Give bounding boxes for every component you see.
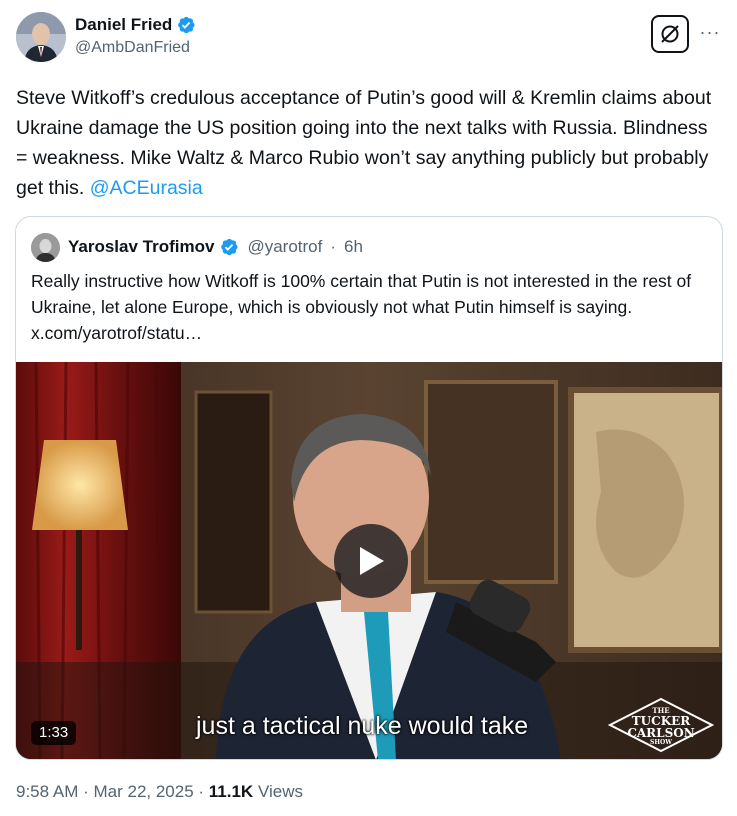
author-names: Daniel Fried @AmbDanFried bbox=[75, 14, 196, 57]
video-caption: just a tactical nuke would take bbox=[196, 712, 529, 740]
quoted-tweet[interactable]: Yaroslav Trofimov @yarotrof · 6h Really … bbox=[15, 216, 723, 760]
quoted-timestamp[interactable]: 6h bbox=[344, 237, 363, 257]
verified-badge-icon bbox=[221, 238, 238, 256]
play-icon bbox=[360, 547, 384, 575]
author-display-name[interactable]: Daniel Fried bbox=[75, 15, 172, 35]
quoted-handle[interactable]: @yarotrof bbox=[247, 237, 322, 257]
meta-separator: · bbox=[193, 782, 209, 801]
quoted-display-name[interactable]: Yaroslav Trofimov bbox=[68, 237, 214, 257]
quoted-header: Yaroslav Trofimov @yarotrof · 6h bbox=[31, 232, 363, 262]
author-avatar[interactable] bbox=[16, 12, 66, 62]
views-label: Views bbox=[253, 782, 303, 801]
author-handle[interactable]: @AmbDanFried bbox=[75, 39, 196, 57]
views-count: 11.1K bbox=[208, 782, 254, 801]
grok-button[interactable] bbox=[651, 15, 689, 53]
tweet-time[interactable]: 9:58 AM bbox=[16, 782, 78, 801]
video-player[interactable]: 1:33 just a tactical nuke would take THE… bbox=[16, 362, 722, 759]
tweet-text: Steve Witkoff’s credulous acceptance of … bbox=[16, 83, 721, 203]
tweet-header: Daniel Fried @AmbDanFried ··· bbox=[16, 12, 721, 64]
more-options-icon: ··· bbox=[699, 21, 721, 42]
mention-link[interactable]: @ACEurasia bbox=[90, 177, 203, 199]
grok-icon bbox=[661, 25, 679, 43]
verified-badge-icon bbox=[178, 16, 195, 34]
tweet-meta: 9:58 AM · Mar 22, 2025 · 11.1K Views bbox=[16, 782, 303, 802]
quoted-text: Really instructive how Witkoff is 100% c… bbox=[31, 271, 692, 343]
show-logo: THE TUCKER CARLSON SHOW bbox=[608, 697, 714, 753]
meta-separator: · bbox=[78, 782, 94, 801]
quoted-separator: · bbox=[330, 237, 337, 256]
logo-line-4: SHOW bbox=[650, 739, 672, 746]
more-options-button[interactable]: ··· bbox=[699, 20, 721, 44]
play-button[interactable] bbox=[334, 524, 408, 598]
video-duration: 1:33 bbox=[31, 721, 77, 745]
quoted-avatar[interactable] bbox=[31, 232, 60, 262]
tweet-date[interactable]: Mar 22, 2025 bbox=[93, 782, 193, 801]
logo-line-3: CARLSON bbox=[627, 726, 695, 740]
